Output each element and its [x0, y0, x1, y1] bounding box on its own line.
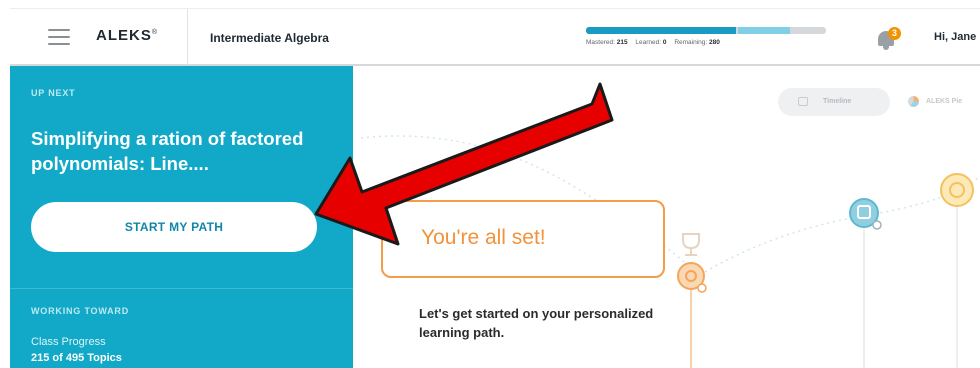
timeline-toggle-button[interactable]: Timeline [778, 88, 890, 116]
view-toggle: Timeline ALEKS Pie [778, 88, 980, 116]
calendar-icon [798, 97, 808, 106]
progress-mastered-fill [586, 27, 736, 34]
remaining-count: 280 [709, 39, 720, 46]
timeline-label: Timeline [823, 98, 852, 105]
notifications-bell-icon[interactable]: 3 [876, 27, 901, 51]
top-header: ALEKS® Intermediate Algebra Mastered: 21… [10, 8, 980, 66]
remaining-label: Remaining: [674, 39, 708, 46]
next-topic-title: Simplifying a ration of factored polynom… [31, 128, 304, 174]
aleks-pie-toggle-button[interactable]: ALEKS Pie [906, 88, 980, 116]
logo-mark: ® [151, 29, 159, 36]
progress-bar [586, 27, 826, 34]
aleks-logo[interactable]: ALEKS® [96, 27, 158, 44]
notification-badge: 3 [888, 27, 901, 40]
current-node-icon[interactable] [677, 262, 707, 293]
up-next-label: UP NEXT [31, 88, 76, 98]
learned-count: 0 [662, 39, 667, 46]
progress-learned-fill [738, 27, 790, 34]
header-divider [187, 9, 188, 65]
class-progress-value: 215 of 495 Topics [31, 352, 122, 364]
quiz-node-icon[interactable] [849, 198, 882, 230]
all-set-text: You're all set! [421, 226, 546, 249]
start-my-path-button[interactable]: START MY PATH [31, 202, 317, 252]
working-toward-label: WORKING TOWARD [31, 306, 130, 316]
sidebar-panel: UP NEXT Simplifying a ration of factored… [10, 66, 353, 368]
main-content: Timeline ALEKS Pie You're all set! Let's… [353, 66, 980, 368]
progress-summary[interactable]: Mastered: 215 Learned: 0 Remaining: 280 [586, 27, 830, 46]
user-greeting[interactable]: Hi, Jane [934, 31, 976, 43]
course-title[interactable]: Intermediate Algebra [210, 31, 329, 45]
mastered-count: 215 [616, 39, 628, 46]
target-node-icon[interactable] [940, 173, 974, 207]
mastered-label: Mastered: [586, 39, 615, 46]
sidebar-divider [10, 288, 353, 289]
pie-chart-icon [908, 96, 919, 107]
hamburger-menu-icon[interactable] [48, 29, 70, 45]
learned-label: Learned: [635, 39, 662, 46]
class-progress-label: Class Progress [31, 336, 106, 348]
trophy-icon [682, 233, 700, 256]
progress-labels: Mastered: 215 Learned: 0 Remaining: 280 [586, 39, 830, 46]
aleks-pie-label: ALEKS Pie [926, 98, 963, 105]
all-set-callout: You're all set! [381, 200, 665, 278]
intro-text: Let's get started on your personalized l… [419, 306, 654, 340]
logo-text: ALEKS [96, 27, 152, 44]
